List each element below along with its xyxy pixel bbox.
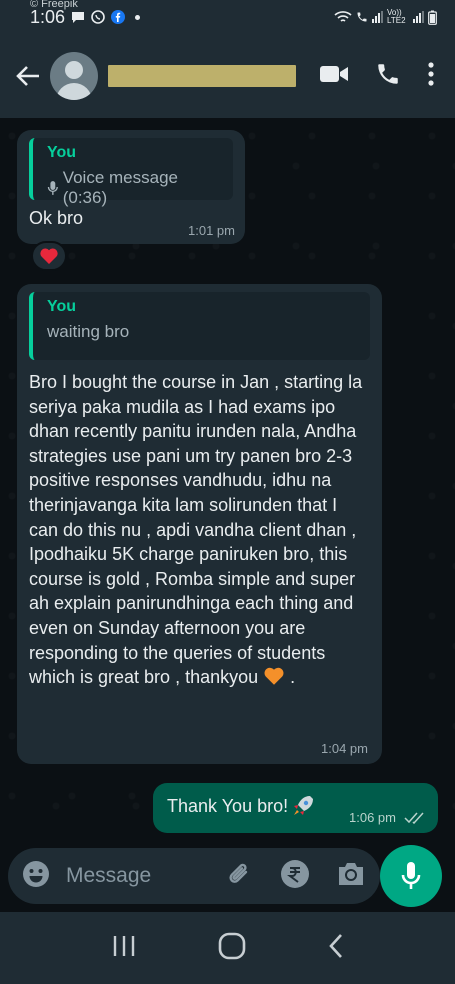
message-meta: 1:06 pm <box>349 810 426 825</box>
recent-apps-icon <box>113 935 135 956</box>
microphone-icon <box>47 181 58 195</box>
more-options-button[interactable] <box>427 61 435 92</box>
back-button[interactable] <box>6 54 50 98</box>
chat-notification-icon <box>72 11 85 23</box>
contact-avatar[interactable] <box>50 52 98 100</box>
message-input[interactable]: Message <box>66 864 151 888</box>
message-composer[interactable]: Message <box>8 848 380 904</box>
signal-icon-1 <box>372 11 383 23</box>
paperclip-icon <box>229 863 248 883</box>
quote-author: You <box>47 144 77 161</box>
quote-text-row: Voice message (0:36) <box>47 168 223 208</box>
message-time: 1:01 pm <box>188 223 235 238</box>
video-camera-icon <box>320 65 348 82</box>
facebook-notification-icon <box>111 10 126 24</box>
message-time: 1:04 pm <box>321 741 368 756</box>
emoji-button[interactable] <box>22 860 50 893</box>
orange-heart-icon <box>264 667 284 685</box>
avatar-shoulders <box>56 83 92 100</box>
system-status-icons: Vo)) LTE2 <box>334 9 437 25</box>
rupee-icon <box>281 859 309 888</box>
message-text: Bro I bought the course in Jan , startin… <box>29 372 363 688</box>
microphone-icon <box>401 862 421 889</box>
message-reaction[interactable] <box>31 241 67 271</box>
heart-icon <box>40 248 58 264</box>
message-text-end: . <box>290 667 296 688</box>
chevron-left-icon <box>329 933 343 958</box>
recent-apps-button[interactable] <box>111 934 137 963</box>
home-icon <box>219 932 246 959</box>
message-bubble-incoming[interactable]: You waiting bro Bro I bought the course … <box>17 284 382 764</box>
camera-button[interactable] <box>336 861 366 892</box>
quote-text: Voice message (0:36) <box>62 168 178 207</box>
voice-record-button[interactable] <box>380 845 442 907</box>
message-bubble-incoming[interactable]: You Voice message (0:36) Ok bro 1:01 pm <box>17 130 245 244</box>
payment-button[interactable] <box>280 859 310 894</box>
chat-messages[interactable]: You Voice message (0:36) Ok bro 1:01 pm … <box>0 118 455 842</box>
contact-name-redacted[interactable] <box>108 65 296 87</box>
home-button[interactable] <box>218 932 246 965</box>
watermark: © Freepik <box>30 0 78 10</box>
wifi-icon <box>334 11 352 22</box>
quote-author: You <box>47 298 77 315</box>
quote-text: waiting bro <box>47 322 130 341</box>
signal-icon-2 <box>413 11 424 23</box>
header-actions <box>319 61 455 92</box>
call-icon <box>357 12 367 22</box>
more-notifications-dot <box>135 14 141 20</box>
message-time: 1:06 pm <box>349 810 396 825</box>
system-nav-bar <box>0 912 455 984</box>
avatar-head <box>65 61 83 79</box>
status-bar: © Freepik 1:06 Vo)) LTE2 <box>0 0 455 34</box>
phone-icon <box>378 63 398 84</box>
voice-call-button[interactable] <box>375 61 401 92</box>
message-text-block: Bro I bought the course in Jan , startin… <box>29 370 370 690</box>
battery-icon <box>428 10 437 25</box>
camera-icon <box>339 862 363 885</box>
arrow-left-icon <box>16 66 39 86</box>
notification-icons <box>71 10 141 24</box>
quoted-message[interactable]: You Voice message (0:36) <box>29 138 233 207</box>
kebab-menu-icon <box>428 61 434 86</box>
attach-button[interactable] <box>226 860 254 893</box>
composer-actions <box>226 859 366 894</box>
back-nav-button[interactable] <box>328 933 344 964</box>
whatsapp-notification-icon <box>91 10 105 24</box>
quoted-message[interactable]: You waiting bro <box>29 292 370 360</box>
chat-header <box>0 34 455 118</box>
network-label: Vo)) LTE2 <box>387 8 406 25</box>
message-text: Thank You bro! <box>167 796 289 816</box>
video-call-button[interactable] <box>319 64 349 89</box>
double-check-icon <box>404 811 424 824</box>
rocket-icon <box>294 796 314 815</box>
input-bar: Message <box>0 842 455 912</box>
message-bubble-outgoing[interactable]: Thank You bro! 1:06 pm <box>153 783 438 833</box>
emoji-icon <box>23 860 49 887</box>
